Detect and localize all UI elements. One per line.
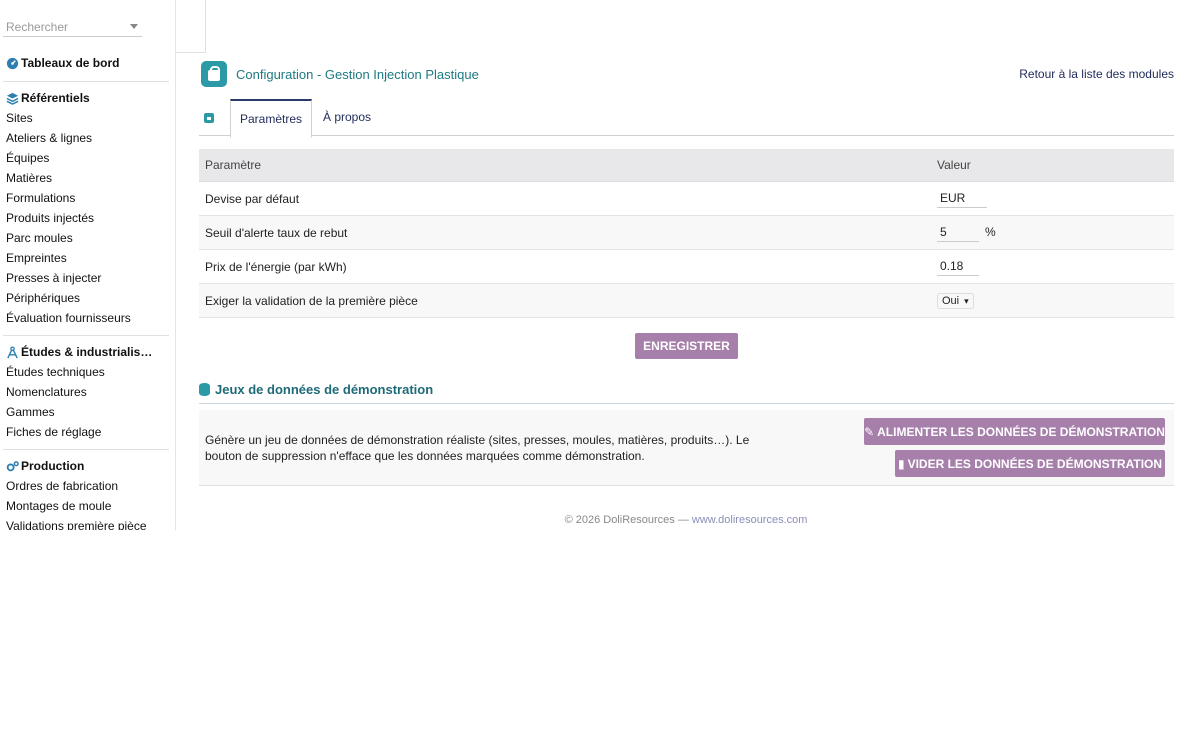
menu-production-header[interactable]: Production	[0, 456, 170, 476]
table-header-row: Paramètre Valeur	[199, 149, 1174, 182]
top-frame	[175, 0, 206, 53]
menu-etudes-title: Études & industrialis…	[21, 345, 153, 359]
table-row: Prix de l'énergie (par kWh) 0.18	[199, 249, 1174, 284]
sidebar-item-parc-moules[interactable]: Parc moules	[0, 228, 170, 248]
demo-section-title: Jeux de données de démonstration	[215, 382, 434, 397]
table-row: Exiger la validation de la première pièc…	[199, 283, 1174, 318]
param-label: Seuil d'alerte taux de rebut	[199, 215, 931, 250]
save-button[interactable]: ENREGISTRER	[635, 333, 738, 359]
tab-parametres[interactable]: Paramètres	[230, 99, 312, 138]
menu-etudes: Études & industrialis… Études techniques…	[0, 342, 170, 442]
divider	[3, 449, 169, 450]
params-table: Paramètre Valeur Devise par défaut EUR S…	[199, 149, 1174, 318]
cogs-icon	[6, 460, 19, 471]
param-label: Exiger la validation de la première pièc…	[199, 283, 931, 318]
sidebar-item-matieres[interactable]: Matières	[0, 168, 170, 188]
chevron-down-icon: ▾	[964, 295, 969, 306]
param-label: Prix de l'énergie (par kWh)	[199, 249, 931, 284]
sidebar-item-ateliers[interactable]: Ateliers & lignes	[0, 128, 170, 148]
demo-divider	[199, 403, 1174, 404]
sidebar-item-montages[interactable]: Montages de moule	[0, 496, 170, 516]
column-header-valeur: Valeur	[931, 149, 1174, 182]
clear-demo-data-button[interactable]: ▮ VIDER LES DONNÉES DE DÉMONSTRATION	[895, 450, 1165, 477]
sidebar-item-produits[interactable]: Produits injectés	[0, 208, 170, 228]
param-label: Devise par défaut	[199, 181, 931, 216]
footer-copyright: © 2026 DoliResources —	[564, 514, 692, 526]
footer-link[interactable]: www.doliresources.com	[692, 514, 808, 526]
trash-icon: ▮	[897, 456, 905, 471]
table-row: Devise par défaut EUR	[199, 181, 1174, 216]
search-input[interactable]: Rechercher	[3, 16, 142, 37]
sidebar-item-empreintes[interactable]: Empreintes	[0, 248, 170, 268]
menu-etudes-header[interactable]: Études & industrialis…	[0, 342, 170, 362]
sidebar-item-ordres[interactable]: Ordres de fabrication	[0, 476, 170, 496]
sidebar-item-fiches-reglage[interactable]: Fiches de réglage	[0, 422, 170, 442]
sidebar-item-etudes-techniques[interactable]: Études techniques	[0, 362, 170, 382]
validation-premiere-piece-select[interactable]: Oui ▾	[937, 292, 974, 309]
shopping-bag-icon	[201, 61, 227, 87]
sidebar-item-sites[interactable]: Sites	[0, 108, 170, 128]
percent-suffix: %	[985, 225, 996, 239]
back-to-modules-link[interactable]: Retour à la liste des modules	[1019, 67, 1174, 81]
sidebar-item-equipes[interactable]: Équipes	[0, 148, 170, 168]
sidebar-item-peripheriques[interactable]: Périphériques	[0, 288, 170, 308]
clear-demo-label: VIDER LES DONNÉES DE DÉMONSTRATION	[907, 456, 1163, 471]
menu-production-title: Production	[21, 459, 85, 473]
module-tab-icon	[204, 113, 214, 123]
menu-referentiels: Référentiels Sites Ateliers & lignes Équ…	[0, 88, 170, 328]
compass-icon	[7, 345, 18, 358]
search-placeholder: Rechercher	[6, 20, 69, 34]
divider	[3, 335, 169, 336]
demo-description: Génère un jeu de données de démonstratio…	[205, 433, 750, 463]
sidebar-item-formulations[interactable]: Formulations	[0, 188, 170, 208]
prix-energie-input[interactable]: 0.18	[937, 257, 979, 276]
footer: © 2026 DoliResources — www.doliresources…	[0, 514, 1200, 526]
table-row: Seuil d'alerte taux de rebut 5%	[199, 215, 1174, 250]
sidebar: Rechercher Tableaux de bord Référentiels…	[0, 0, 176, 530]
menu-dashboard[interactable]: Tableaux de bord	[0, 53, 170, 73]
feed-demo-data-button[interactable]: ✎ ALIMENTER LES DONNÉES DE DÉMONSTRATION	[864, 418, 1165, 445]
menu-dashboard-label: Tableaux de bord	[21, 56, 120, 70]
tabs-divider	[199, 135, 1174, 136]
menu-referentiels-title: Référentiels	[21, 91, 90, 105]
column-header-parametre: Paramètre	[199, 149, 931, 182]
sidebar-item-gammes[interactable]: Gammes	[0, 402, 170, 422]
database-icon	[199, 383, 210, 396]
sidebar-item-evaluation[interactable]: Évaluation fournisseurs	[0, 308, 170, 328]
feed-demo-label: ALIMENTER LES DONNÉES DE DÉMONSTRATION	[877, 424, 1165, 439]
select-value: Oui	[942, 294, 960, 307]
layers-icon	[6, 92, 19, 105]
chevron-down-icon[interactable]	[130, 24, 138, 29]
magic-wand-icon: ✎	[864, 424, 875, 439]
devise-input[interactable]: EUR	[937, 189, 987, 208]
sidebar-item-nomenclatures[interactable]: Nomenclatures	[0, 382, 170, 402]
divider	[3, 81, 169, 82]
sidebar-item-presses[interactable]: Presses à injecter	[0, 268, 170, 288]
menu-referentiels-header[interactable]: Référentiels	[0, 88, 170, 108]
seuil-rebut-input[interactable]: 5	[937, 223, 979, 242]
page-title: Configuration - Gestion Injection Plasti…	[236, 67, 479, 82]
tab-a-propos[interactable]: À propos	[314, 99, 380, 135]
gauge-icon	[6, 57, 19, 69]
